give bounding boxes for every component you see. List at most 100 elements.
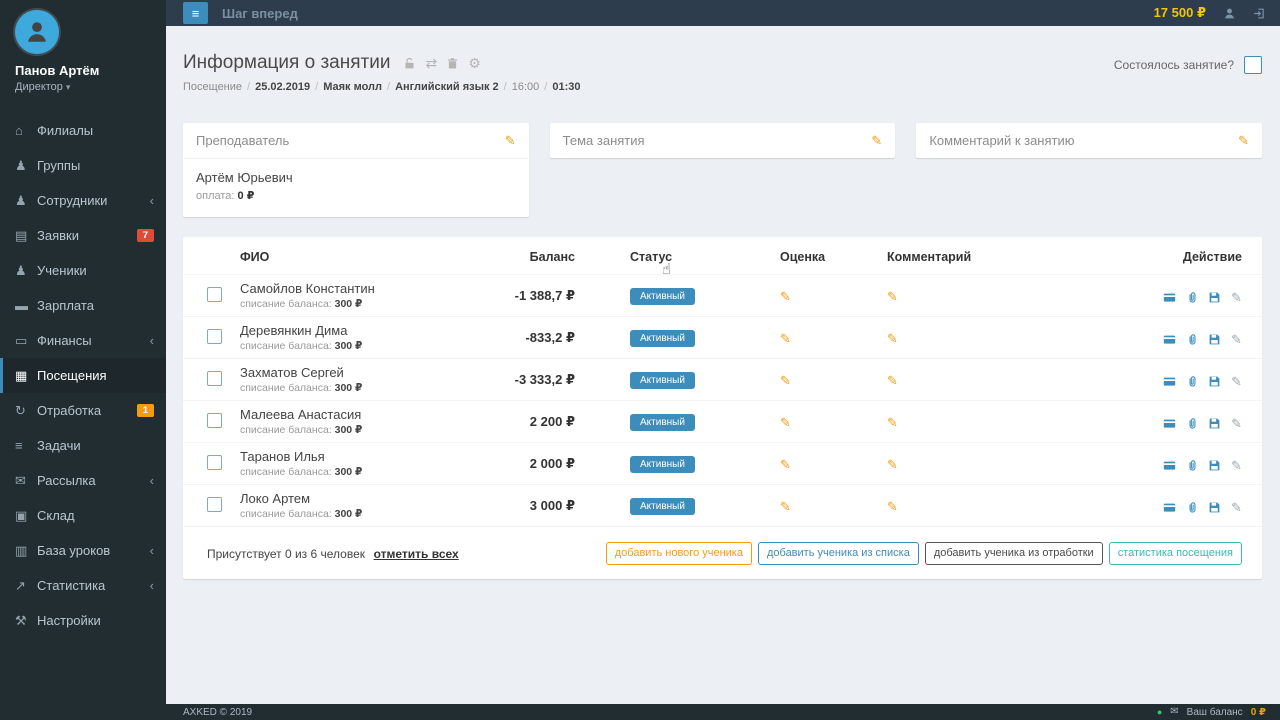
student-balance: 2 000 ₽: [479, 443, 575, 485]
edit-comment-icon[interactable]: ✎: [887, 499, 898, 514]
sidebar-item-tasks[interactable]: ≡ Задачи: [0, 428, 166, 463]
unlock-icon[interactable]: [403, 57, 416, 70]
row-checkbox[interactable]: [207, 413, 222, 428]
mark-all-link[interactable]: отметить всех: [374, 547, 459, 561]
sidebar-item-mailing[interactable]: ✉ Рассылка ‹: [0, 463, 166, 498]
user-role-dropdown[interactable]: Директор▾: [15, 81, 151, 93]
attachment-icon[interactable]: [1186, 291, 1199, 304]
attendance-stats-button[interactable]: статистика посещения: [1109, 542, 1242, 565]
edit-topic-icon[interactable]: ✎: [871, 134, 882, 147]
attachment-icon[interactable]: [1186, 417, 1199, 430]
page-title: Информация о занятии: [183, 52, 390, 74]
edit-comment-icon[interactable]: ✎: [887, 457, 898, 472]
breadcrumb-item: 01:30: [552, 81, 580, 93]
sidebar-item-groups[interactable]: ♟ Группы: [0, 148, 166, 183]
save-icon[interactable]: [1208, 333, 1221, 346]
sidebar-item-visits[interactable]: ▦ Посещения: [0, 358, 166, 393]
edit-student-icon[interactable]: ✎: [1231, 458, 1242, 473]
edit-grade-icon[interactable]: ✎: [780, 499, 791, 514]
trash-icon[interactable]: [446, 57, 459, 70]
sidebar-item-requests[interactable]: ▤ Заявки 7: [0, 218, 166, 253]
staff-icon: ♟: [15, 193, 37, 209]
edit-student-icon[interactable]: ✎: [1231, 500, 1242, 515]
banknote-icon: ▭: [15, 333, 37, 349]
column-header-status: Статус: [575, 237, 735, 275]
sidebar-item-salary[interactable]: ▬ Зарплата: [0, 288, 166, 323]
payment-card-icon[interactable]: [1163, 501, 1176, 514]
sidebar-item-finance[interactable]: ▭ Финансы ‹: [0, 323, 166, 358]
footer-balance-value[interactable]: 0 ₽: [1251, 707, 1266, 718]
edit-student-icon[interactable]: ✎: [1231, 416, 1242, 431]
students-table-card: ФИО Баланс Статус Оценка Комментарий Дей…: [183, 237, 1262, 579]
save-icon[interactable]: [1208, 459, 1221, 472]
sidebar-item-rework[interactable]: ↻ Отработка 1: [0, 393, 166, 428]
comment-card-title: Комментарий к занятию: [929, 133, 1074, 148]
writeoff-info: списание баланса: 300 ₽: [240, 508, 479, 521]
footer-balance-label: Ваш баланс: [1187, 707, 1243, 718]
save-icon[interactable]: [1208, 375, 1221, 388]
payment-card-icon[interactable]: [1163, 417, 1176, 430]
edit-comment-icon[interactable]: ✎: [887, 331, 898, 346]
edit-comment-icon[interactable]: ✎: [887, 289, 898, 304]
user-icon[interactable]: [1223, 7, 1236, 20]
payment-card-icon[interactable]: [1163, 333, 1176, 346]
row-checkbox[interactable]: [207, 329, 222, 344]
edit-grade-icon[interactable]: ✎: [780, 289, 791, 304]
add-student-from-rework-button[interactable]: добавить ученика из отработки: [925, 542, 1103, 565]
breadcrumb-item: 16:00: [512, 81, 540, 93]
topbar: ≡ Шаг вперед 17 500 ₽: [166, 0, 1280, 26]
attachment-icon[interactable]: [1186, 501, 1199, 514]
breadcrumb-item[interactable]: Английский язык 2: [395, 81, 499, 93]
sidebar-item-stock[interactable]: ▣ Склад: [0, 498, 166, 533]
payment-card-icon[interactable]: [1163, 375, 1176, 388]
breadcrumb-item[interactable]: 25.02.2019: [255, 81, 310, 93]
edit-student-icon[interactable]: ✎: [1231, 290, 1242, 305]
save-icon[interactable]: [1208, 501, 1221, 514]
chevron-left-icon: ‹: [150, 333, 154, 348]
row-checkbox[interactable]: [207, 455, 222, 470]
gear-icon[interactable]: ⚙: [468, 56, 481, 70]
transfer-icon[interactable]: ⇄: [425, 56, 437, 70]
sidebar-item-students[interactable]: ♟ Ученики: [0, 253, 166, 288]
sidebar-toggle-button[interactable]: ≡: [183, 2, 208, 24]
user-avatar-icon: [24, 19, 50, 45]
payment-card-icon[interactable]: [1163, 291, 1176, 304]
status-badge: Активный: [630, 456, 695, 473]
edit-grade-icon[interactable]: ✎: [780, 373, 791, 388]
sidebar-item-lessons[interactable]: ▥ База уроков ‹: [0, 533, 166, 568]
breadcrumb-item[interactable]: Посещение: [183, 81, 242, 93]
payment-card-icon[interactable]: [1163, 459, 1176, 472]
breadcrumb-item[interactable]: Маяк молл: [323, 81, 382, 93]
edit-grade-icon[interactable]: ✎: [780, 415, 791, 430]
sidebar-item-settings[interactable]: ⚒ Настройки: [0, 603, 166, 638]
row-checkbox[interactable]: [207, 497, 222, 512]
sidebar-item-staff[interactable]: ♟ Сотрудники ‹: [0, 183, 166, 218]
main-column: ≡ Шаг вперед 17 500 ₽ Информация о занят…: [166, 0, 1280, 720]
account-balance[interactable]: 17 500 ₽: [1154, 5, 1206, 21]
lesson-held-checkbox[interactable]: [1244, 56, 1262, 74]
save-icon[interactable]: [1208, 291, 1221, 304]
edit-grade-icon[interactable]: ✎: [780, 331, 791, 346]
add-student-from-list-button[interactable]: добавить ученика из списка: [758, 542, 919, 565]
edit-student-icon[interactable]: ✎: [1231, 374, 1242, 389]
edit-grade-icon[interactable]: ✎: [780, 457, 791, 472]
logout-icon[interactable]: [1253, 7, 1266, 20]
online-status-icon[interactable]: ●: [1157, 708, 1162, 717]
add-new-student-button[interactable]: добавить нового ученика: [606, 542, 752, 565]
attachment-icon[interactable]: [1186, 459, 1199, 472]
content-area: Информация о занятии ⇄ ⚙ Состоялось заня…: [166, 26, 1280, 704]
sidebar-item-stats[interactable]: ↗ Статистика ‹: [0, 568, 166, 603]
save-icon[interactable]: [1208, 417, 1221, 430]
attachment-icon[interactable]: [1186, 375, 1199, 388]
edit-student-icon[interactable]: ✎: [1231, 332, 1242, 347]
edit-comment-icon[interactable]: ✎: [887, 373, 898, 388]
edit-teacher-icon[interactable]: ✎: [505, 134, 516, 147]
students-table: ФИО Баланс Статус Оценка Комментарий Дей…: [183, 237, 1262, 527]
sidebar-item-branches[interactable]: ⌂ Филиалы: [0, 113, 166, 148]
row-checkbox[interactable]: [207, 371, 222, 386]
edit-comment-icon[interactable]: ✎: [1238, 134, 1249, 147]
attachment-icon[interactable]: [1186, 333, 1199, 346]
row-checkbox[interactable]: [207, 287, 222, 302]
edit-comment-icon[interactable]: ✎: [887, 415, 898, 430]
support-chat-icon[interactable]: ✉: [1170, 707, 1178, 717]
